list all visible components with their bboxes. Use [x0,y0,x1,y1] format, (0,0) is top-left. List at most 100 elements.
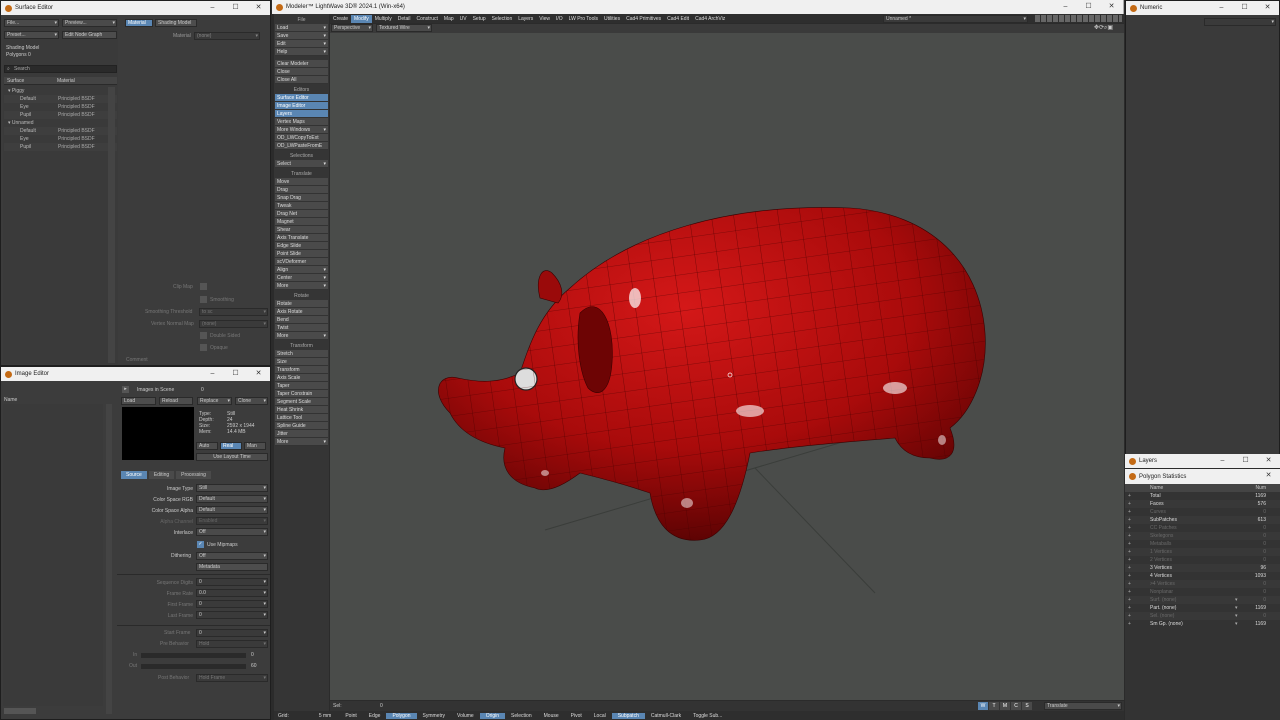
tool-save[interactable]: Save ▾ [275,32,328,40]
list-item[interactable]: ▾ Unnamed [4,119,117,127]
tool-jitter[interactable]: Jitter [275,430,328,438]
expand-icon[interactable]: + [1128,492,1131,500]
polygon-stats-titlebar[interactable]: Polygon Statistics ✕ [1125,469,1280,484]
image-list-scrollbar[interactable] [4,708,36,714]
tool-taper[interactable]: Taper [275,382,328,390]
preset-dropdown[interactable]: Preset... [4,31,59,39]
tool-drag-net[interactable]: Drag Net [275,210,328,218]
double-sided-checkbox[interactable] [200,332,207,339]
clone-dropdown[interactable]: Clone [235,397,268,405]
table-row[interactable]: +3 Vertices 96 [1125,564,1280,572]
in-slider[interactable] [141,653,246,658]
expand-icon[interactable]: + [1128,524,1131,532]
vertex-normal-map-dropdown[interactable]: (none) [199,320,268,328]
tool-align[interactable]: Align ▾ [275,266,328,274]
tab-layers[interactable]: Layers [515,15,536,23]
tool-more[interactable]: More ▾ [275,282,328,290]
table-row[interactable]: + Surf. (none) 0 ▾ [1125,596,1280,604]
tab-selection[interactable]: Selection [489,15,516,23]
mode-mouse[interactable]: Mouse [538,713,565,719]
close-icon[interactable]: ✕ [1257,454,1280,468]
tool-scvdeformer[interactable]: scVDeformer [275,258,328,266]
table-row[interactable]: + Sel. (none) 0 ▾ [1125,612,1280,620]
image-list[interactable] [3,404,103,706]
mode-point[interactable]: Point [339,713,362,719]
close-icon[interactable]: ✕ [247,1,270,15]
minimize-icon[interactable]: – [1210,1,1233,15]
expand-icon[interactable]: + [1128,572,1131,580]
tab-shading-model[interactable]: Shading Model [155,19,197,27]
tab-construct[interactable]: Construct [414,15,441,23]
expand-icon[interactable]: + [1128,516,1131,524]
clip-map-button[interactable] [200,283,207,290]
material-column-header[interactable]: Material [57,78,75,84]
tool-shear[interactable]: Shear [275,226,328,234]
expand-icon[interactable]: + [1128,612,1131,620]
numeric-titlebar[interactable]: Numeric – ☐ ✕ [1126,1,1279,15]
use-mipmaps-checkbox[interactable]: ✓ [197,541,204,548]
tab-map[interactable]: Map [441,15,457,23]
table-row[interactable]: +2 Vertices 0 [1125,556,1280,564]
table-row[interactable]: + Total 1169 [1125,492,1280,500]
tool-magnet[interactable]: Magnet [275,218,328,226]
tab-create[interactable]: Create [330,15,351,23]
mode-catmull-clark[interactable]: Catmull-Clark [645,713,687,719]
table-row[interactable]: +4 Vertices 1093 [1125,572,1280,580]
tool-more[interactable]: More ▾ [275,438,328,446]
tool-select[interactable]: Select ▾ [275,160,328,168]
table-row[interactable]: + >4 Vertices 0 [1125,580,1280,588]
tool-point-slide[interactable]: Point Slide [275,250,328,258]
list-item[interactable]: ▾ Piggy [4,87,117,95]
expand-icon[interactable]: + [1128,588,1131,596]
tool-image-editor[interactable]: Image Editor [275,102,328,110]
tool-taper-constrain[interactable]: Taper Constrain [275,390,328,398]
opaque-checkbox[interactable] [200,344,207,351]
tool-drag[interactable]: Drag [275,186,328,194]
surface-editor-titlebar[interactable]: Surface Editor – ☐ ✕ [1,1,270,15]
list-item[interactable]: Default Principled BSDF [4,127,117,135]
tool-surface-editor[interactable]: Surface Editor [275,94,328,102]
mode-origin[interactable]: Origin [479,712,506,719]
maximize-icon[interactable]: ☐ [224,367,247,381]
tab-material[interactable]: Material [125,19,153,27]
list-item[interactable]: Pupil Principled BSDF [4,111,117,119]
tab-detail[interactable]: Detail [395,15,414,23]
tab-uv[interactable]: UV [457,15,470,23]
chevron-down-icon[interactable]: ▾ [1235,596,1238,604]
field-dropdown[interactable]: Off [196,528,268,536]
chevron-down-icon[interactable]: ▾ [1235,612,1238,620]
tab-lw-pro-tools[interactable]: LW Pro Tools [566,15,601,23]
maximize-icon[interactable]: ☐ [1233,1,1256,15]
mode-subpatch[interactable]: Subpatch [611,712,645,719]
tool-spline-guide[interactable]: Spline Guide [275,422,328,430]
view-toggle-s[interactable]: S [1022,702,1032,710]
man-button[interactable]: Man [244,442,266,450]
tool-heat-shrink[interactable]: Heat Shrink [275,406,328,414]
tool-more[interactable]: More ▾ [275,332,328,340]
tool-bend[interactable]: Bend [275,316,328,324]
real-button[interactable]: Real [220,442,242,450]
tab-editing[interactable]: Editing [148,471,175,479]
expand-arrow-icon[interactable]: ▸ [122,386,129,393]
mode-polygon[interactable]: Polygon [386,712,417,719]
tool-lattice-tool[interactable]: Lattice Tool [275,414,328,422]
mode-edge[interactable]: Edge [363,713,387,719]
field-dropdown[interactable]: Enabled [196,517,268,525]
expand-icon[interactable]: + [1128,580,1131,588]
mode-pivot[interactable]: Pivot [565,713,588,719]
expand-icon[interactable]: + [1128,508,1131,516]
tool-segment-scale[interactable]: Segment Scale [275,398,328,406]
search-input[interactable]: ⌕ Search [4,65,117,73]
tab-i-o[interactable]: I/O [553,15,566,23]
minimize-icon[interactable]: – [201,367,224,381]
numeric-dropdown[interactable] [1204,18,1276,26]
tool-rotate[interactable]: Rotate [275,300,328,308]
tab-multiply[interactable]: Multiply [372,15,395,23]
auto-button[interactable]: Auto [196,442,218,450]
action-center-dropdown[interactable]: Translate [1044,702,1122,710]
tool-edge-slide[interactable]: Edge Slide [275,242,328,250]
expand-icon[interactable]: + [1128,548,1131,556]
view-mode-dropdown[interactable]: Perspective [331,24,373,32]
tab-cad4-archviz[interactable]: Cad4 ArchViz [692,15,728,23]
table-row[interactable]: + SubPatches 613 [1125,516,1280,524]
